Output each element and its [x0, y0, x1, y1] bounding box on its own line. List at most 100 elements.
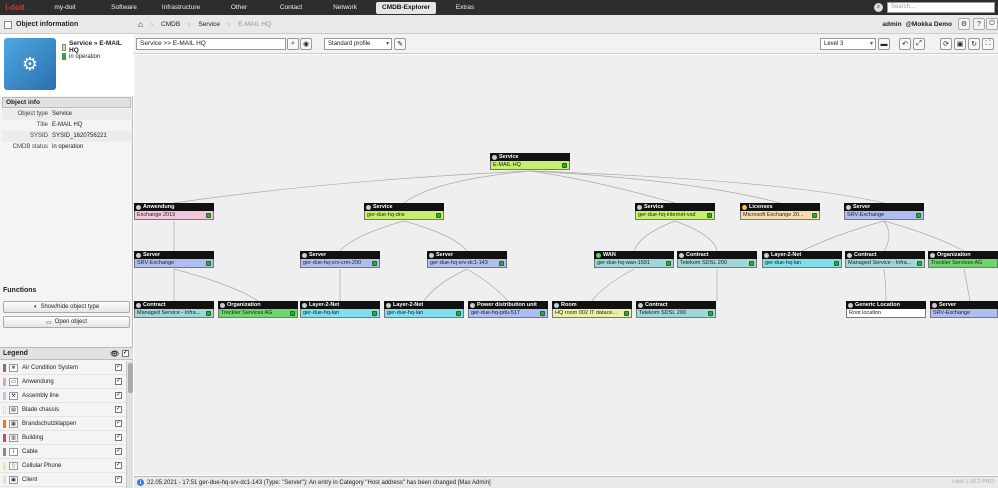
- global-search-input[interactable]: Search...: [887, 2, 995, 13]
- help-icon[interactable]: ?: [973, 18, 985, 30]
- graph-node[interactable]: Service ger-due-hq-internet-vsd: [635, 203, 715, 220]
- profile-select[interactable]: Standard profile ▾: [324, 38, 392, 50]
- node-header: Contract: [677, 251, 757, 259]
- settings-icon[interactable]: ⚙: [958, 18, 970, 30]
- object-browser-field[interactable]: Service >> E-MAIL HQ: [136, 38, 286, 50]
- graph-node[interactable]: Anwendung Exchange 2019: [134, 203, 214, 220]
- username[interactable]: admin: [882, 21, 901, 28]
- status-dot-icon: [749, 261, 754, 266]
- graph-node[interactable]: Layer-2-Net ger-due-hq-lan: [384, 301, 464, 318]
- node-body: ger-due-hq-srv-crm-200: [300, 259, 380, 268]
- version-label: i-doit 1.16.2 PRO: [951, 479, 994, 485]
- nav-software[interactable]: Software: [100, 0, 148, 15]
- node-type: Contract: [686, 252, 709, 258]
- graph-node[interactable]: WAN ger-due-hq-wan-1591: [594, 251, 674, 268]
- legend-checkbox[interactable]: ✓: [115, 392, 122, 399]
- graph-node[interactable]: Layer-2-Net ger-due-hq-lan: [300, 301, 380, 318]
- graph-node-root[interactable]: Service E-MAIL HQ: [490, 153, 570, 170]
- graph-node[interactable]: Organization Treckler Services AG: [928, 251, 998, 268]
- graph-node[interactable]: Contract Managed Service - Infra...: [134, 301, 214, 318]
- graph-node[interactable]: Server ger-due-hq-srv-dc1-143: [427, 251, 507, 268]
- server-icon: [302, 252, 307, 258]
- search-icon[interactable]: ⌕: [287, 38, 299, 50]
- breadcrumb-separator: ›: [150, 21, 154, 28]
- node-title: HQ room 002 IT datace...: [555, 310, 617, 316]
- node-type: Room: [561, 302, 577, 308]
- legend-item: ▣ Client ✓: [0, 473, 126, 487]
- graph-node[interactable]: Contract Telekom SDSL 200: [677, 251, 757, 268]
- graph-node[interactable]: Server ger-due-hq-srv-crm-200: [300, 251, 380, 268]
- nav-contact[interactable]: Contact: [264, 0, 318, 15]
- node-header: Generic Location: [846, 301, 926, 309]
- fullscreen-icon[interactable]: ⛶: [982, 38, 994, 50]
- edge: [529, 170, 885, 204]
- scrollbar-thumb[interactable]: [128, 363, 133, 393]
- nav-infrastructure[interactable]: Infrastructure: [148, 0, 214, 15]
- nav-extras[interactable]: Extras: [440, 0, 490, 15]
- breadcrumb-cmdb[interactable]: CMDB: [161, 21, 180, 28]
- info-row: CMDB status in operation: [2, 142, 131, 153]
- nav-network[interactable]: Network: [318, 0, 372, 15]
- app-logo[interactable]: i-doit: [0, 0, 30, 15]
- toggle-icon[interactable]: ▬: [878, 38, 890, 50]
- info-value: Service: [52, 111, 73, 117]
- legend-label: Client: [22, 476, 38, 483]
- panel-collapse-icon[interactable]: [4, 20, 12, 29]
- legend-checkbox[interactable]: ✓: [115, 448, 122, 455]
- edit-profile-icon[interactable]: ✎: [394, 38, 406, 50]
- breadcrumb-service[interactable]: Service: [198, 21, 220, 28]
- refresh-icon[interactable]: ↻: [968, 38, 980, 50]
- graph-node[interactable]: Server SRV-Exchange: [930, 301, 998, 318]
- nav-my-doit[interactable]: my-doit: [30, 0, 100, 15]
- browse-icon[interactable]: ◉: [300, 38, 312, 50]
- legend-checkbox[interactable]: ✓: [115, 364, 122, 371]
- graph-node[interactable]: Licenses Microsoft Exchange 20...: [740, 203, 820, 220]
- legend-checkbox[interactable]: ✓: [115, 476, 122, 483]
- graph-node[interactable]: Contract Telekom SDSL 200: [636, 301, 716, 318]
- info-label: SYSID: [29, 133, 48, 139]
- graph-node[interactable]: Generic Location Root location: [846, 301, 926, 318]
- node-type: Anwendung: [143, 204, 175, 210]
- graph-node[interactable]: Room HQ room 002 IT datace...: [552, 301, 632, 318]
- level-select[interactable]: Level 3 ▾: [820, 38, 876, 50]
- server-icon: [932, 302, 937, 308]
- open-object-button[interactable]: ▭ Open object: [3, 316, 130, 328]
- expand-icon[interactable]: ⤢: [913, 38, 925, 50]
- logout-icon[interactable]: ⏻: [986, 18, 998, 30]
- info-label: CMDB status: [12, 144, 48, 150]
- organization-icon: [220, 302, 225, 308]
- air-condition-icon: ❄: [9, 363, 18, 372]
- save-icon[interactable]: ▣: [954, 38, 966, 50]
- graph-node[interactable]: Organization Treckler Services AG: [218, 301, 298, 318]
- edge: [883, 220, 965, 252]
- graph-node[interactable]: Server SRV-Exchange: [844, 203, 924, 220]
- graph-node[interactable]: Service ger-due-hq-dns: [364, 203, 444, 220]
- legend-checkbox[interactable]: ✓: [115, 434, 122, 441]
- node-type: Layer-2-Net: [771, 252, 802, 258]
- nav-cmdb-explorer[interactable]: CMDB-Explorer: [376, 1, 437, 14]
- toggle-object-type-button[interactable]: ◐ Show/hide object type: [3, 301, 130, 313]
- legend-checkbox[interactable]: ✓: [115, 378, 122, 385]
- graph-node[interactable]: Server SRV-Exchange: [134, 251, 214, 268]
- legend-checkbox[interactable]: ✓: [115, 406, 122, 413]
- search-scope-icon[interactable]: ⌕: [874, 3, 883, 12]
- legend-scrollbar[interactable]: [126, 361, 133, 488]
- legend-checkbox[interactable]: ✓: [115, 420, 122, 427]
- reload-icon[interactable]: ⟳: [940, 38, 952, 50]
- node-body: ger-due-hq-pdu-517: [468, 309, 548, 318]
- graph-node[interactable]: Layer-2-Net ger-due-hq-lan: [762, 251, 842, 268]
- status-bar: i 22.05.2021 - 17:51 ger-due-hq-srv-dc1-…: [134, 476, 998, 488]
- graph-node[interactable]: Power distribution unit ger-due-hq-pdu-5…: [468, 301, 548, 318]
- legend-checkbox[interactable]: ✓: [115, 462, 122, 469]
- status-dot-icon: [812, 213, 817, 218]
- visibility-icon[interactable]: 👁: [110, 350, 119, 358]
- legend-select-all-checkbox[interactable]: ✓: [122, 350, 129, 357]
- graph-node[interactable]: Contract Managed Service - Infra...: [845, 251, 925, 268]
- node-body: ger-due-hq-internet-vsd: [635, 211, 715, 220]
- tenant-name[interactable]: @Mokka Demo: [906, 21, 952, 28]
- explorer-canvas[interactable]: Service E-MAIL HQ Anwendung Exchange 201…: [134, 55, 998, 475]
- edge: [403, 170, 531, 204]
- home-icon[interactable]: ⌂: [138, 20, 143, 29]
- nav-other[interactable]: Other: [214, 0, 264, 15]
- undo-icon[interactable]: ↶: [899, 38, 911, 50]
